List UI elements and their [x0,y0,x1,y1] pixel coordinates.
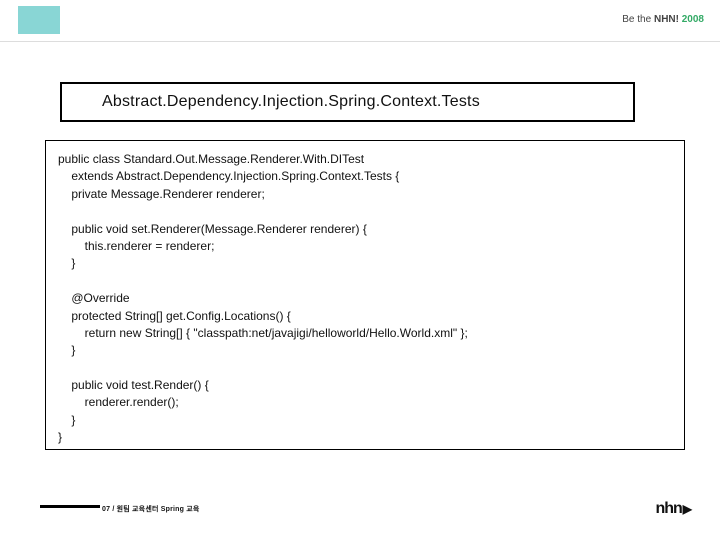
footer-rule [40,505,100,508]
code-content: public class Standard.Out.Message.Render… [58,152,468,444]
header-tagline: Be the NHN! 2008 [622,14,704,25]
top-bar: Be the NHN! 2008 [0,0,720,42]
play-icon: ▶ [683,502,692,516]
title-box: Abstract.Dependency.Injection.Spring.Con… [60,82,635,122]
accent-block [18,6,60,34]
tagline-prefix: Be the [622,14,654,25]
tagline-brand: NHN! [654,14,679,25]
logo-text: nhn [655,500,681,518]
brand-logo: nhn ▶ [655,500,692,518]
tagline-year: 2008 [679,14,704,25]
footer-caption: 07 / 원팀 교육센터 Spring 교육 [102,504,200,514]
code-box: public class Standard.Out.Message.Render… [45,140,685,450]
slide-title: Abstract.Dependency.Injection.Spring.Con… [102,93,480,111]
